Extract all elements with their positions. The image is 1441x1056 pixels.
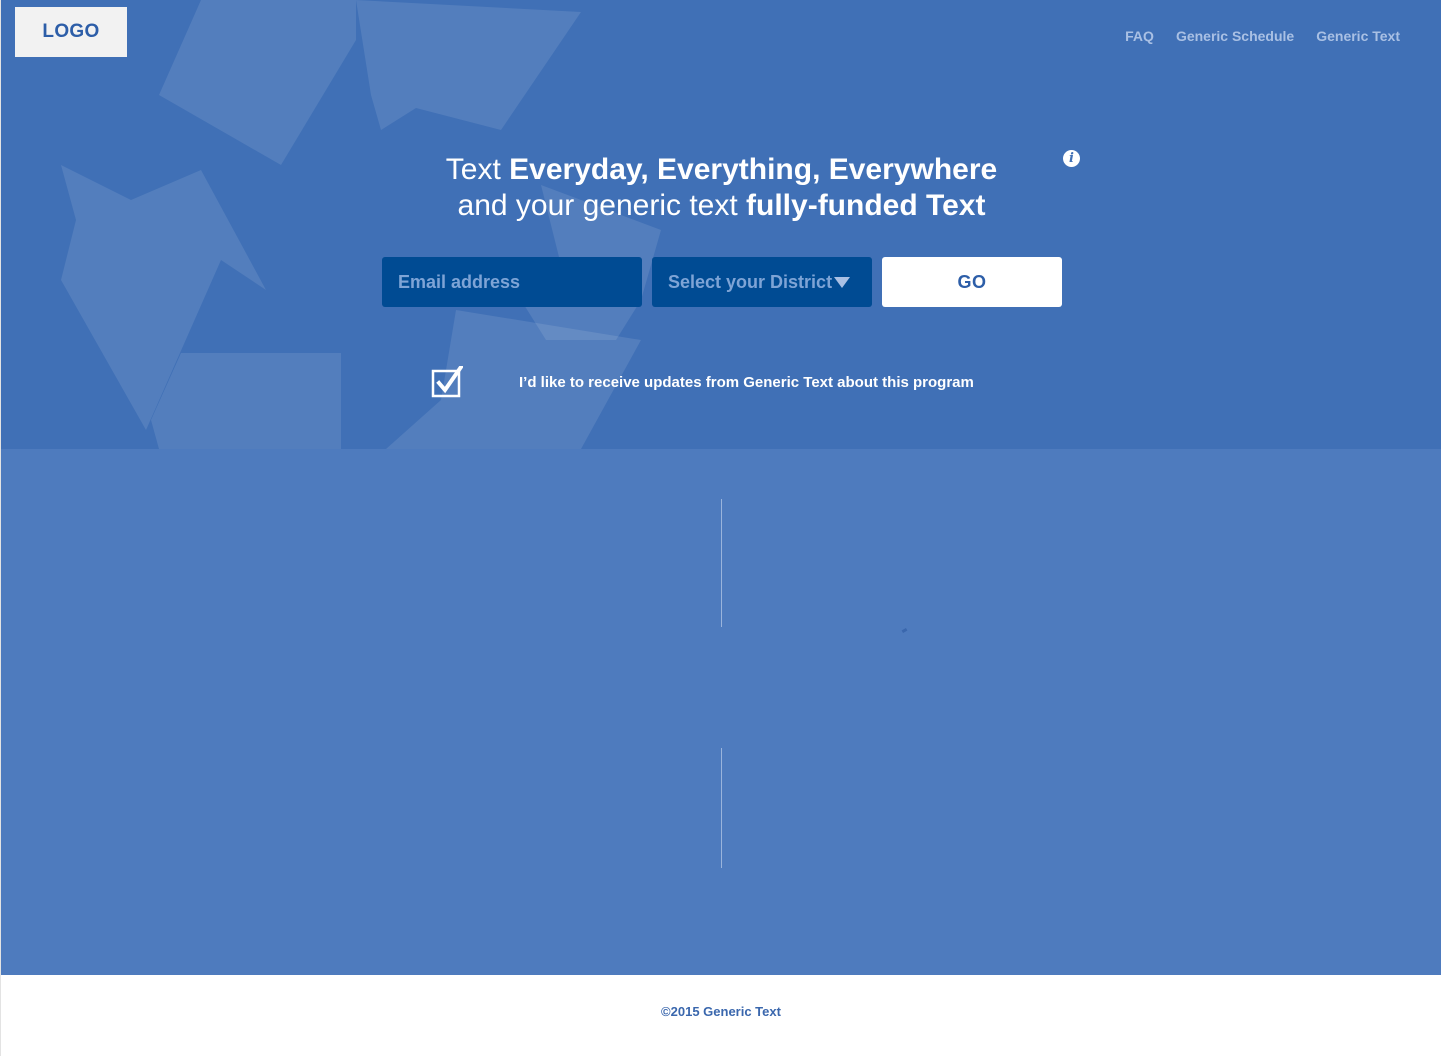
go-button[interactable]: GO bbox=[882, 257, 1062, 307]
headline-line-2-light: and your generic text bbox=[457, 189, 747, 222]
headline-line-2: and your generic text fully-funded Text bbox=[1, 188, 1441, 224]
optin-label: I’d like to receive updates from Generic… bbox=[519, 373, 974, 391]
top-navigation: FAQ Generic Schedule Generic Text bbox=[1103, 27, 1400, 45]
decorative-speck bbox=[901, 627, 908, 634]
footer: ©2015 Generic Text bbox=[0, 975, 1441, 1056]
optin-row: I’d like to receive updates from Generic… bbox=[431, 364, 974, 398]
headline-line-1-bold: Everyday, Everything, Everywhere bbox=[509, 153, 998, 186]
copyright-text: ©2015 Generic Text bbox=[661, 1004, 781, 1019]
hero-headline: Text Everyday, Everything, Everywhere an… bbox=[1, 152, 1441, 224]
page: LOGO FAQ Generic Schedule Generic Text i… bbox=[0, 0, 1441, 1056]
checkbox-checked-icon bbox=[431, 364, 464, 398]
content-section bbox=[0, 449, 1441, 975]
chevron-down-icon bbox=[834, 276, 850, 288]
district-select[interactable]: Select your District bbox=[652, 257, 872, 307]
vertical-divider-bottom bbox=[721, 748, 722, 868]
headline-line-1: Text Everyday, Everything, Everywhere bbox=[1, 152, 1441, 188]
vertical-divider-top bbox=[721, 499, 722, 627]
signup-form: Select your District GO bbox=[382, 257, 1062, 307]
district-select-label: Select your District bbox=[668, 271, 833, 292]
headline-line-1-light: Text bbox=[445, 153, 510, 186]
email-input[interactable] bbox=[382, 257, 642, 307]
optin-checkbox[interactable] bbox=[431, 364, 464, 398]
nav-link-generic-schedule[interactable]: Generic Schedule bbox=[1176, 27, 1294, 45]
logo[interactable]: LOGO bbox=[15, 7, 127, 57]
headline-line-2-bold: fully-funded Text bbox=[746, 189, 986, 222]
hero-section: LOGO FAQ Generic Schedule Generic Text i… bbox=[0, 0, 1441, 449]
nav-link-generic-text[interactable]: Generic Text bbox=[1316, 27, 1400, 45]
nav-link-faq[interactable]: FAQ bbox=[1125, 27, 1154, 45]
